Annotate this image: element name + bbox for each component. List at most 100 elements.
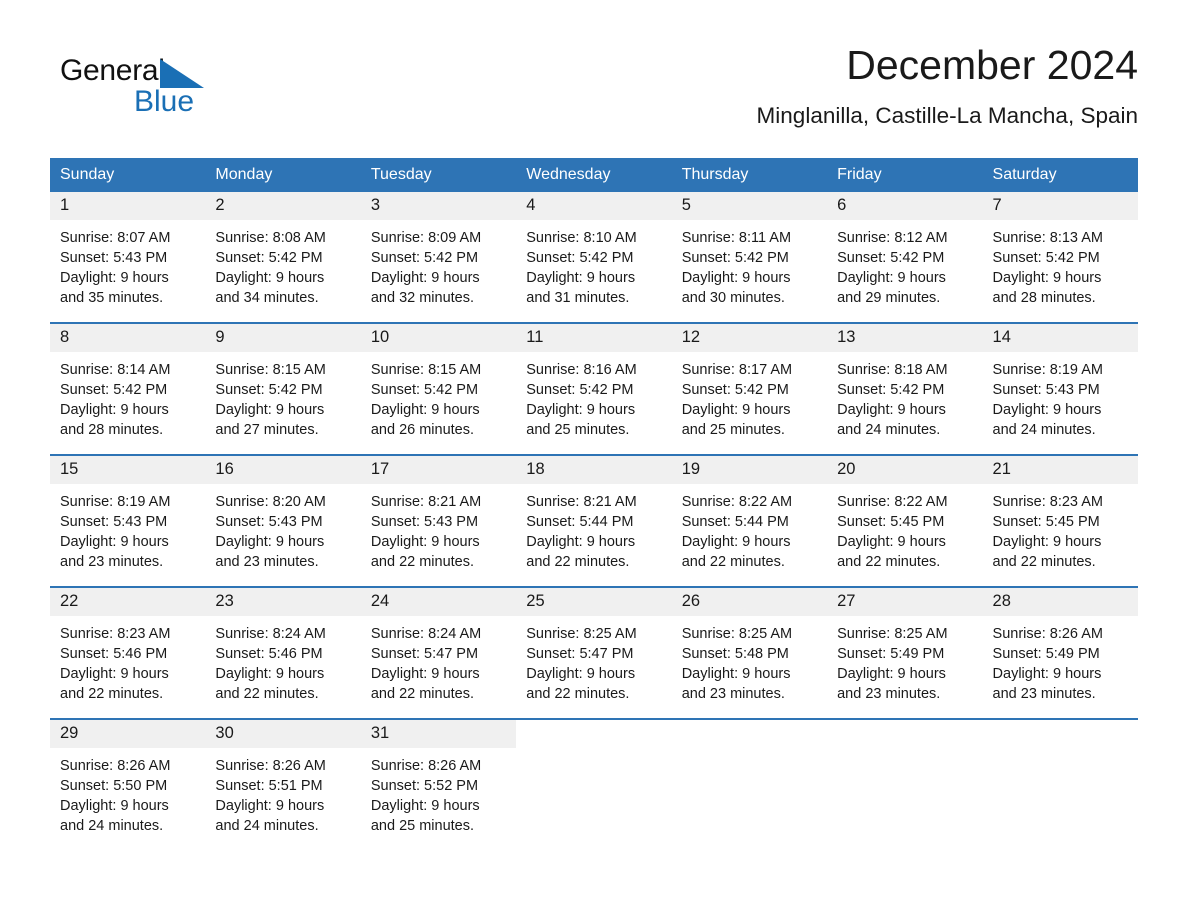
day-number: 7: [982, 192, 1138, 220]
weekday-header-wednesday: Wednesday: [516, 158, 672, 192]
weekday-header-friday: Friday: [827, 158, 983, 192]
day-details: Sunrise: 8:20 AM Sunset: 5:43 PM Daylight:…: [205, 484, 360, 586]
calendar-day-cell[interactable]: 16 Sunrise: 8:20 AM Sunset: 5:43 PM Dayligh…: [205, 454, 361, 587]
day-number: 2: [205, 192, 361, 220]
calendar-day-cell[interactable]: 18 Sunrise: 8:21 AM Sunset: 5:44 PM Dayligh…: [516, 454, 672, 587]
daylight-text: Daylight: 9 hours and 22 minutes.: [370, 534, 480, 570]
day-number: [671, 720, 828, 748]
day-details: Sunrise: 8:24 AM Sunset: 5:47 PM Daylight:…: [361, 616, 516, 718]
daylight-text: Daylight: 9 hours and 24 minutes.: [837, 402, 946, 438]
day-number: 29: [50, 720, 206, 748]
daylight-text: Daylight: 9 hours and 23 minutes.: [992, 666, 1102, 702]
sunrise-text: Sunrise: 8:15 AM: [370, 362, 482, 378]
weekday-header-thursday: Thursday: [671, 158, 828, 192]
sunset-text: Sunset: 5:43 PM: [370, 514, 479, 530]
calendar-week-row: 15 Sunrise: 8:19 AM Sunset: 5:43 PM Dayligh…: [50, 454, 1138, 587]
sunset-text: Sunset: 5:43 PM: [60, 514, 168, 530]
page-title: December 2024: [846, 42, 1138, 88]
calendar-day-cell[interactable]: 11 Sunrise: 8:16 AM Sunset: 5:42 PM Dayligh…: [516, 322, 672, 455]
calendar-day-cell[interactable]: 14 Sunrise: 8:19 AM Sunset: 5:43 PM Dayligh…: [982, 322, 1138, 455]
calendar-day-cell[interactable]: 30 Sunrise: 8:26 AM Sunset: 5:51 PM Dayligh…: [205, 718, 361, 850]
calendar-day-cell[interactable]: 10 Sunrise: 8:15 AM Sunset: 5:42 PM Dayligh…: [360, 322, 517, 455]
sunset-text: Sunset: 5:42 PM: [215, 382, 323, 398]
calendar-day-cell[interactable]: 22 Sunrise: 8:23 AM Sunset: 5:46 PM Dayligh…: [50, 586, 206, 719]
calendar-cell-empty: [516, 718, 672, 850]
calendar-day-cell[interactable]: 9 Sunrise: 8:15 AM Sunset: 5:42 PM Daylight…: [205, 322, 361, 455]
calendar-day-cell[interactable]: 15 Sunrise: 8:19 AM Sunset: 5:43 PM Dayligh…: [50, 454, 206, 587]
day-number: 30: [205, 720, 361, 748]
day-details: Sunrise: 8:26 AM Sunset: 5:50 PM Daylight:…: [50, 748, 205, 850]
day-number: 4: [516, 192, 672, 220]
calendar-day-cell[interactable]: 17 Sunrise: 8:21 AM Sunset: 5:43 PM Dayligh…: [360, 454, 517, 587]
sunset-text: Sunset: 5:52 PM: [370, 778, 479, 794]
daylight-text: Daylight: 9 hours and 31 minutes.: [526, 270, 636, 306]
calendar-day-cell[interactable]: 6 Sunrise: 8:12 AM Sunset: 5:42 PM Daylight…: [827, 192, 983, 323]
daylight-text: Daylight: 9 hours and 28 minutes.: [992, 270, 1102, 306]
daylight-text: Daylight: 9 hours and 23 minutes.: [60, 534, 169, 570]
calendar-day-cell[interactable]: 2 Sunrise: 8:08 AM Sunset: 5:42 PM Daylight…: [205, 192, 361, 323]
daylight-text: Daylight: 9 hours and 28 minutes.: [60, 402, 169, 438]
day-number: [982, 720, 1138, 748]
day-details: Sunrise: 8:25 AM Sunset: 5:49 PM Daylight:…: [827, 616, 982, 718]
sunset-text: Sunset: 5:47 PM: [370, 646, 479, 662]
calendar-day-cell[interactable]: 26 Sunrise: 8:25 AM Sunset: 5:48 PM Dayligh…: [671, 586, 828, 719]
sunset-text: Sunset: 5:42 PM: [681, 382, 789, 398]
day-number: 21: [982, 456, 1138, 484]
sunset-text: Sunset: 5:49 PM: [837, 646, 945, 662]
daylight-text: Daylight: 9 hours and 25 minutes.: [370, 798, 480, 834]
calendar-day-cell[interactable]: 7 Sunrise: 8:13 AM Sunset: 5:42 PM Daylight…: [982, 192, 1138, 323]
calendar-day-cell[interactable]: 27 Sunrise: 8:25 AM Sunset: 5:49 PM Dayligh…: [827, 586, 983, 719]
calendar-day-cell[interactable]: 5 Sunrise: 8:11 AM Sunset: 5:42 PM Daylight…: [671, 192, 828, 323]
calendar-week-row: 1 Sunrise: 8:07 AM Sunset: 5:43 PM Daylight…: [50, 192, 1138, 323]
day-details: Sunrise: 8:09 AM Sunset: 5:42 PM Daylight:…: [361, 220, 516, 322]
sunset-text: Sunset: 5:42 PM: [837, 382, 945, 398]
calendar-day-cell[interactable]: 23 Sunrise: 8:24 AM Sunset: 5:46 PM Dayligh…: [205, 586, 361, 719]
day-number: 11: [516, 324, 672, 352]
calendar-day-cell[interactable]: 8 Sunrise: 8:14 AM Sunset: 5:42 PM Daylight…: [50, 322, 206, 455]
general-blue-logo[interactable]: General Blue: [60, 53, 240, 123]
sunset-text: Sunset: 5:42 PM: [526, 382, 634, 398]
day-number: 26: [671, 588, 828, 616]
daylight-text: Daylight: 9 hours and 22 minutes.: [681, 534, 791, 570]
daylight-text: Daylight: 9 hours and 22 minutes.: [215, 666, 325, 702]
calendar-day-cell[interactable]: 21 Sunrise: 8:23 AM Sunset: 5:45 PM Dayligh…: [982, 454, 1138, 587]
calendar-day-cell[interactable]: 13 Sunrise: 8:18 AM Sunset: 5:42 PM Dayligh…: [827, 322, 983, 455]
day-number: 23: [205, 588, 361, 616]
day-details: Sunrise: 8:25 AM Sunset: 5:47 PM Daylight:…: [516, 616, 671, 718]
day-details: Sunrise: 8:17 AM Sunset: 5:42 PM Daylight:…: [672, 352, 827, 454]
sunrise-text: Sunrise: 8:18 AM: [837, 362, 948, 378]
calendar-page: General Blue December 2024 Minglanilla, …: [0, 0, 1188, 918]
sunrise-text: Sunrise: 8:21 AM: [370, 494, 482, 510]
day-number: 13: [827, 324, 983, 352]
day-details: Sunrise: 8:26 AM Sunset: 5:49 PM Daylight:…: [983, 616, 1138, 718]
daylight-text: Daylight: 9 hours and 22 minutes.: [837, 534, 946, 570]
day-details: Sunrise: 8:19 AM Sunset: 5:43 PM Daylight:…: [50, 484, 205, 586]
day-details: Sunrise: 8:19 AM Sunset: 5:43 PM Daylight:…: [983, 352, 1138, 454]
sunset-text: Sunset: 5:49 PM: [992, 646, 1100, 662]
sunset-text: Sunset: 5:46 PM: [215, 646, 323, 662]
day-number: 15: [50, 456, 206, 484]
calendar-day-cell[interactable]: 28 Sunrise: 8:26 AM Sunset: 5:49 PM Dayligh…: [982, 586, 1138, 719]
sunset-text: Sunset: 5:44 PM: [681, 514, 789, 530]
calendar-day-cell[interactable]: 25 Sunrise: 8:25 AM Sunset: 5:47 PM Dayligh…: [516, 586, 672, 719]
calendar-day-cell[interactable]: 1 Sunrise: 8:07 AM Sunset: 5:43 PM Daylight…: [50, 192, 206, 323]
daylight-text: Daylight: 9 hours and 23 minutes.: [215, 534, 325, 570]
daylight-text: Daylight: 9 hours and 22 minutes.: [60, 666, 169, 702]
calendar-day-cell[interactable]: 29 Sunrise: 8:26 AM Sunset: 5:50 PM Dayligh…: [50, 718, 206, 850]
calendar-day-cell[interactable]: 12 Sunrise: 8:17 AM Sunset: 5:42 PM Dayligh…: [671, 322, 828, 455]
daylight-text: Daylight: 9 hours and 27 minutes.: [215, 402, 325, 438]
calendar-day-cell[interactable]: 20 Sunrise: 8:22 AM Sunset: 5:45 PM Dayligh…: [827, 454, 983, 587]
calendar-day-cell[interactable]: 4 Sunrise: 8:10 AM Sunset: 5:42 PM Daylight…: [516, 192, 672, 323]
sunrise-text: Sunrise: 8:19 AM: [60, 494, 171, 510]
calendar-day-cell[interactable]: 31 Sunrise: 8:26 AM Sunset: 5:52 PM Dayligh…: [360, 718, 517, 850]
sunrise-text: Sunrise: 8:24 AM: [215, 626, 326, 642]
day-details: [516, 748, 671, 834]
calendar-day-cell[interactable]: 3 Sunrise: 8:09 AM Sunset: 5:42 PM Daylight…: [360, 192, 517, 323]
calendar-day-cell[interactable]: 19 Sunrise: 8:22 AM Sunset: 5:44 PM Dayligh…: [671, 454, 828, 587]
sunrise-text: Sunrise: 8:11 AM: [681, 230, 792, 246]
day-details: Sunrise: 8:12 AM Sunset: 5:42 PM Daylight:…: [827, 220, 982, 322]
sunset-text: Sunset: 5:51 PM: [215, 778, 323, 794]
calendar-day-cell[interactable]: 24 Sunrise: 8:24 AM Sunset: 5:47 PM Dayligh…: [360, 586, 517, 719]
weekday-header-tuesday: Tuesday: [360, 158, 517, 192]
sunset-text: Sunset: 5:46 PM: [60, 646, 168, 662]
